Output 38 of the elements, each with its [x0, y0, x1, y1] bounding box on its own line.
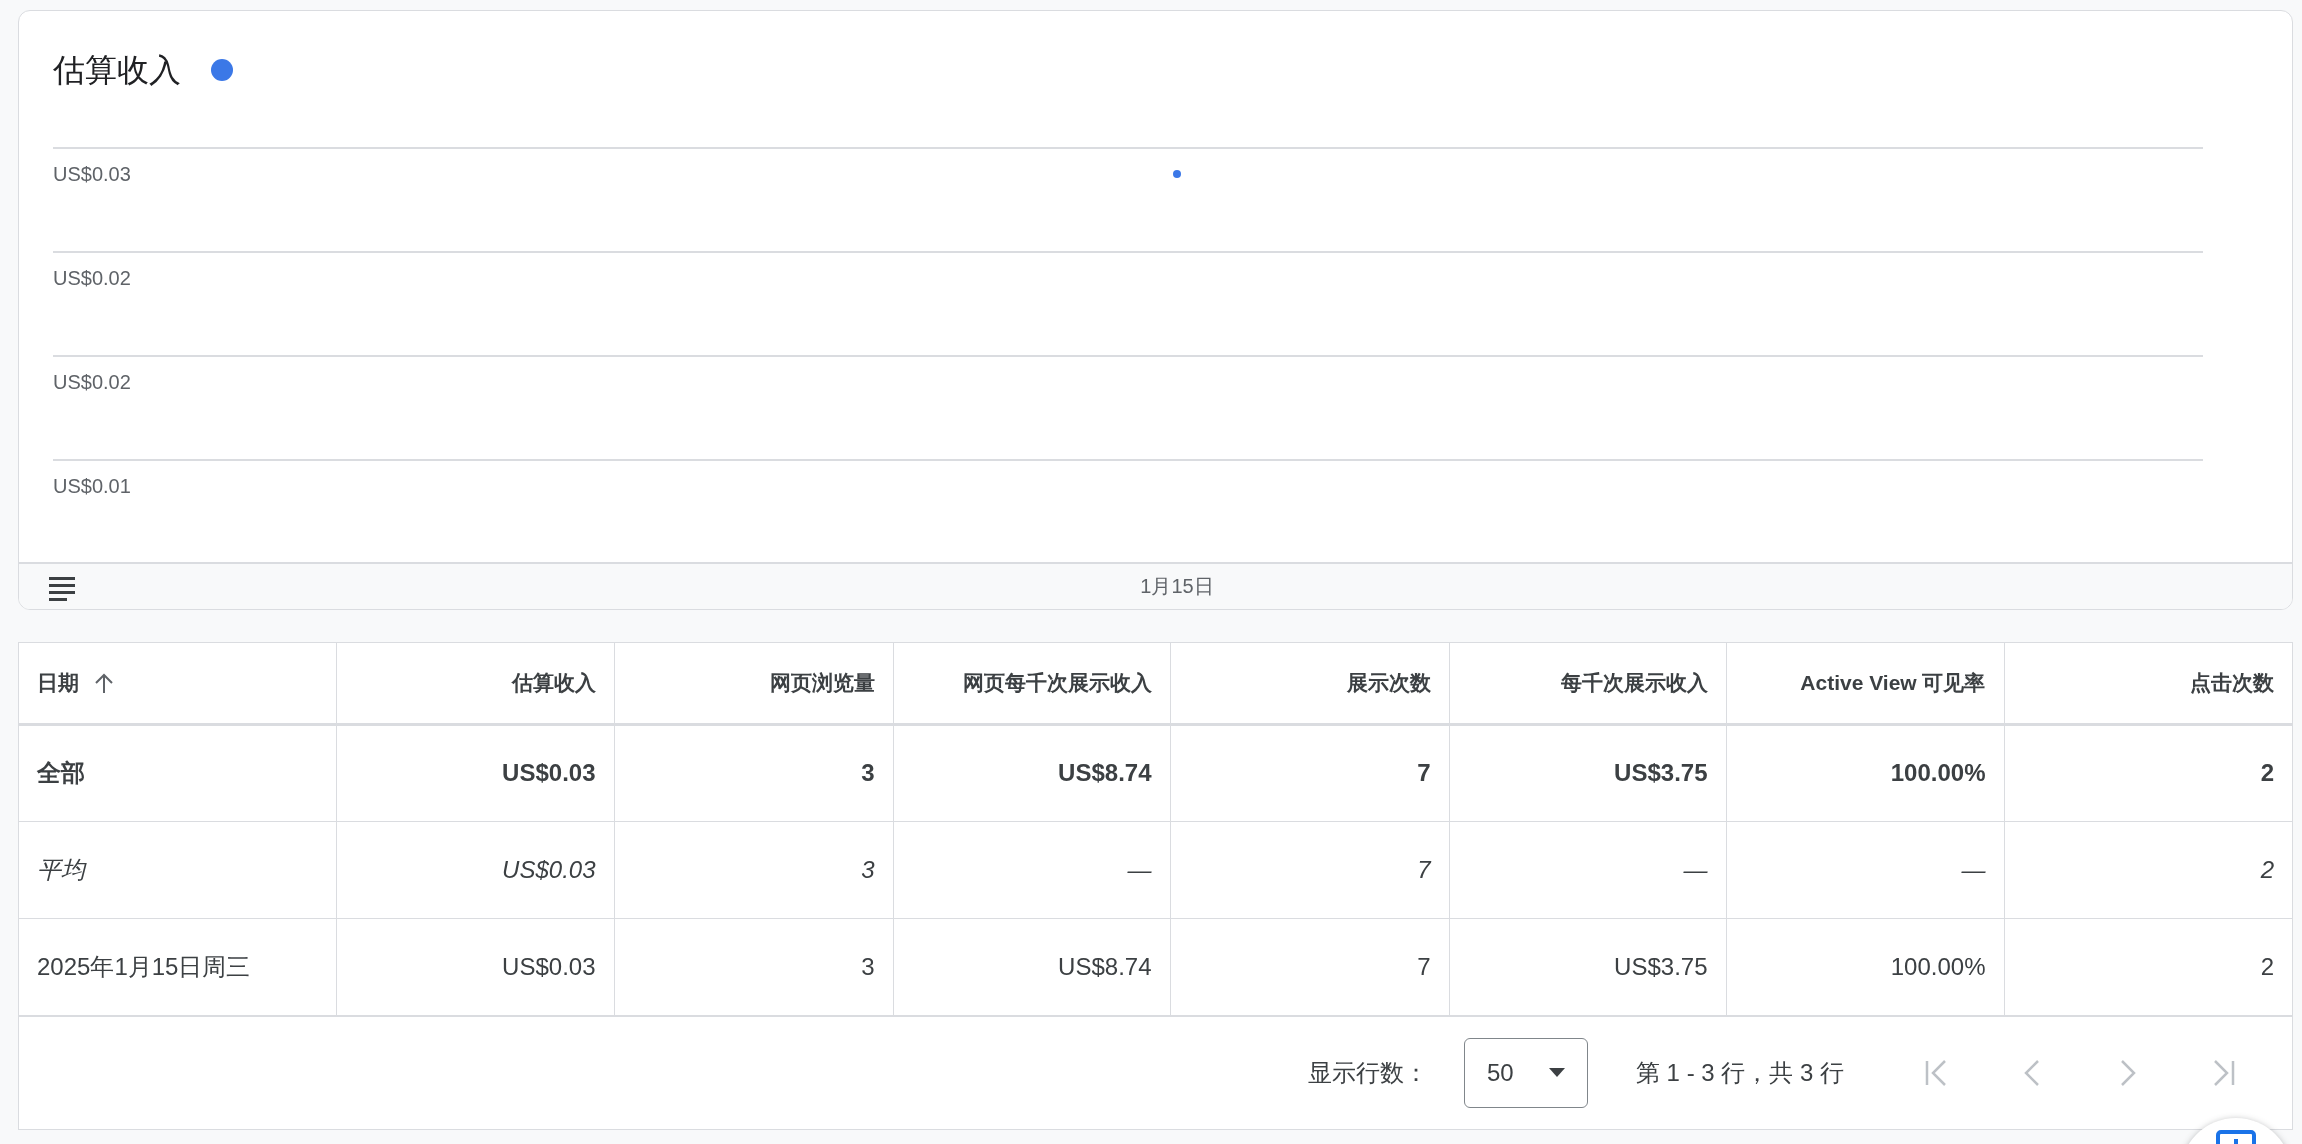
table-cell: 2025年1月15日周三 [19, 918, 336, 1015]
column-header[interactable]: 日期 [37, 668, 79, 697]
table-cell: — [1726, 821, 2004, 918]
table-cell: 3 [614, 918, 893, 1015]
table-cell: 100.00% [1726, 918, 2004, 1015]
table-cell: US$3.75 [1449, 724, 1726, 821]
y-axis-label: US$0.03 [53, 163, 131, 185]
column-header[interactable]: Active View 可见率 [1726, 643, 2004, 724]
table-cell: US$8.74 [893, 724, 1170, 821]
table-cell: 平均 [19, 821, 336, 918]
table-cell: US$3.75 [1449, 918, 1726, 1015]
page-range-text: 第 1 - 3 行，共 3 行 [1635, 1057, 1844, 1088]
table-cell: 3 [614, 821, 893, 918]
chart-title: 估算收入 [53, 51, 181, 89]
x-axis-label: 1月15日 [1140, 575, 1214, 597]
table-cell: US$0.03 [336, 821, 614, 918]
y-axis-label: US$0.01 [53, 475, 131, 497]
y-axis-label: US$0.02 [53, 371, 131, 393]
column-header[interactable]: 点击次数 [2004, 643, 2292, 724]
table-cell: US$8.74 [893, 918, 1170, 1015]
y-axis-label: US$0.02 [53, 267, 131, 289]
column-header[interactable]: 网页浏览量 [614, 643, 893, 724]
table-cell: 7 [1170, 918, 1449, 1015]
column-header[interactable]: 展示次数 [1170, 643, 1449, 724]
table-cell: 100.00% [1726, 724, 2004, 821]
table-cell: 全部 [19, 724, 336, 821]
rows-per-page-select[interactable]: 50 [1463, 1037, 1588, 1108]
table-cell: — [893, 821, 1170, 918]
table-cell: 3 [614, 724, 893, 821]
table-cell: US$0.03 [336, 918, 614, 1015]
column-header[interactable]: 每千次展示收入 [1449, 643, 1726, 724]
table-cell: US$0.03 [336, 724, 614, 821]
column-header[interactable]: 估算收入 [336, 643, 614, 724]
table-cell: — [1449, 821, 1726, 918]
column-header[interactable]: 网页每千次展示收入 [893, 643, 1170, 724]
rows-per-page-label: 显示行数： [1307, 1057, 1428, 1088]
table-cell: 7 [1170, 821, 1449, 918]
table-cell: 7 [1170, 724, 1449, 821]
